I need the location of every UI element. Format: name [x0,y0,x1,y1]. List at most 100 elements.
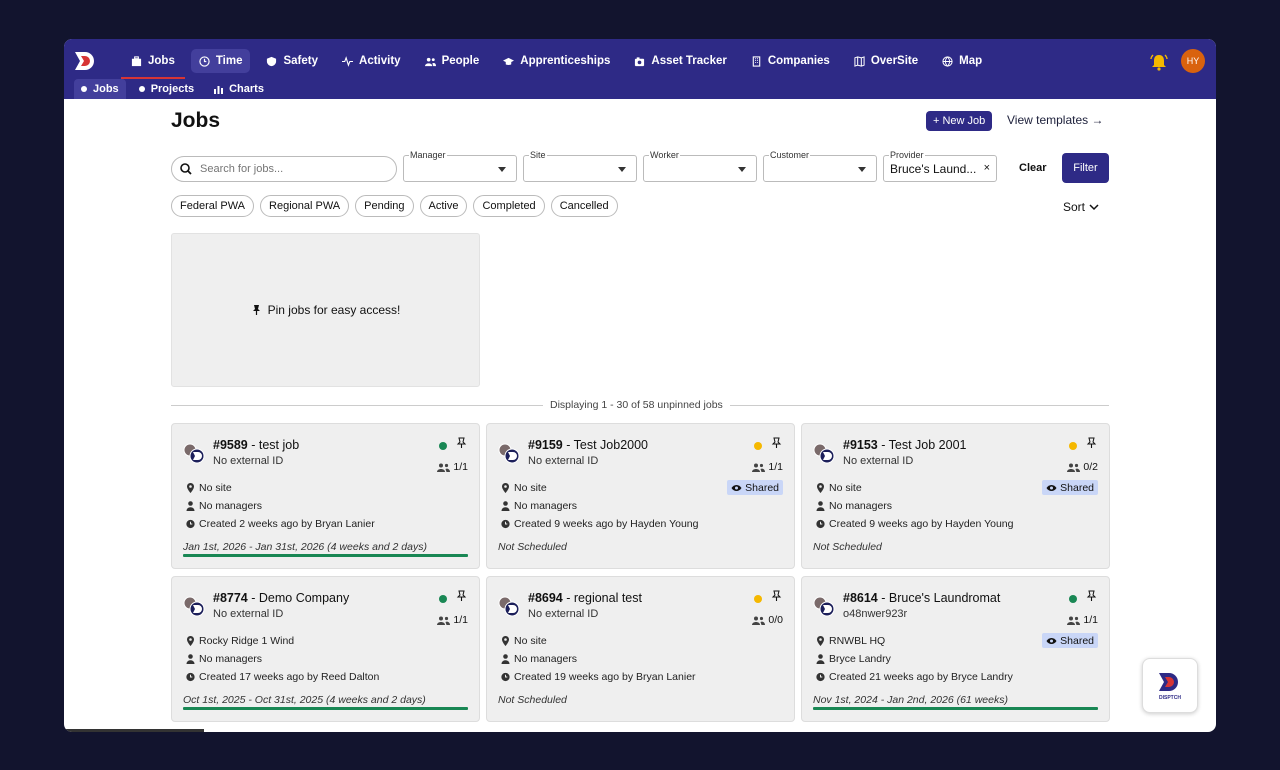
manager-label: Manager [409,150,447,160]
new-job-button[interactable]: + New Job [926,111,993,131]
clock-icon [186,672,195,682]
clear-button[interactable]: Clear [1019,162,1047,174]
created-text: Created 2 weeks ago by Bryan Lanier [199,518,375,530]
job-card[interactable]: #9153 - Test Job 2001 No external ID 0/2… [801,423,1110,569]
nav-item-map[interactable]: Map [934,49,990,73]
managers-text: No managers [514,500,578,512]
pin-icon[interactable] [771,437,782,449]
nav-item-people[interactable]: People [417,49,488,73]
created-line: Created 21 weeks ago by Bryce Landry [816,671,1013,683]
worker-select[interactable]: Worker [643,150,757,182]
job-card[interactable]: #9589 - test job No external ID 1/1 No s… [171,423,480,569]
job-title[interactable]: #9589 - test job [213,438,299,452]
chip-pending[interactable]: Pending [355,195,414,217]
eye-icon [1046,637,1057,644]
shared-text: Shared [1060,634,1094,647]
created-line: Created 9 weeks ago by Hayden Young [501,518,698,530]
nav-item-activity[interactable]: Activity [334,49,409,73]
job-title[interactable]: #8694 - regional test [528,591,642,605]
nav-label: Activity [359,55,401,67]
status-chips: Federal PWA Regional PWA Pending Active … [171,195,618,217]
pin-icon[interactable] [456,590,467,602]
nav-label: Map [959,55,983,67]
site-line: No site [186,482,232,494]
customer-select[interactable]: Customer [763,150,877,182]
view-templates-link[interactable]: View templates → [1007,113,1104,127]
worker-label: Worker [649,150,680,160]
managers-line: No managers [186,500,262,512]
nav-label: OverSite [870,55,919,67]
nav-label: Companies [767,55,830,67]
filter-button[interactable]: Filter [1062,153,1109,183]
managers-line: No managers [501,500,577,512]
disptch-widget-button[interactable]: DISPTCH [1142,658,1198,713]
job-card[interactable]: #8774 - Demo Company No external ID 1/1 … [171,576,480,722]
chip-completed[interactable]: Completed [473,195,545,217]
job-number: #9153 [843,438,878,452]
globe-icon [942,55,953,67]
bell-icon[interactable] [1150,53,1168,71]
managers-text: No managers [199,653,263,665]
brand-logo-icon[interactable] [73,50,99,72]
clear-provider-icon[interactable]: × [984,162,990,174]
job-card[interactable]: #8614 - Bruce's Laundromat o48nwer923r 1… [801,576,1110,722]
worker-count: 1/1 [437,614,468,626]
subnav-item-charts[interactable]: Charts [207,79,271,99]
clock-icon [816,519,825,529]
subnav-item-jobs[interactable]: Jobs [74,79,126,99]
site-text: No site [514,482,547,494]
shared-badge: Shared [727,480,783,495]
caret-down-icon [498,167,506,172]
chip-cancelled[interactable]: Cancelled [550,195,618,217]
worker-count: 1/1 [752,461,783,473]
job-card[interactable]: #9159 - Test Job2000 No external ID 1/1 … [486,423,795,569]
pin-icon[interactable] [1086,590,1097,602]
job-card[interactable]: #8694 - regional test No external ID 0/0… [486,576,795,722]
schedule-text: Not Scheduled [498,694,567,706]
page-title: Jobs [171,109,221,132]
subnav-label: Jobs [93,83,119,95]
clock-icon [501,519,510,529]
subnav-item-projects[interactable]: Projects [132,79,201,99]
location-pin-icon [502,483,509,493]
horizontal-scrollbar[interactable] [64,729,204,732]
external-id: No external ID [213,455,284,467]
search-input[interactable] [200,163,380,175]
nav-item-asset-tracker[interactable]: Asset Tracker [626,49,734,73]
pin-icon[interactable] [456,437,467,449]
job-title[interactable]: #8774 - Demo Company [213,591,349,605]
site-text: No site [829,482,862,494]
chip-regional-pwa[interactable]: Regional PWA [260,195,350,217]
job-title[interactable]: #8614 - Bruce's Laundromat [843,591,1000,605]
customer-label: Customer [769,150,811,160]
manager-select[interactable]: Manager [403,150,517,182]
avatar-group-icon [498,596,520,617]
pin-icon[interactable] [1086,437,1097,449]
nav-item-safety[interactable]: Safety [258,49,326,73]
created-text: Created 9 weeks ago by Hayden Young [514,518,699,530]
provider-select[interactable]: Provider Bruce's Laund... × [883,150,997,182]
people-icon [752,463,766,472]
job-title[interactable]: #9153 - Test Job 2001 [843,438,966,452]
chip-active[interactable]: Active [419,195,468,217]
search-box [171,156,397,182]
user-avatar[interactable]: HY [1181,49,1205,73]
sub-nav: Jobs Projects Charts [74,79,271,99]
progress-bar [183,554,468,557]
chip-federal-pwa[interactable]: Federal PWA [171,195,255,217]
people-icon [752,616,766,625]
external-id: No external ID [528,608,599,620]
nav-item-companies[interactable]: Companies [743,49,838,73]
nav-item-oversite[interactable]: OverSite [846,49,926,73]
nav-item-jobs[interactable]: Jobs [121,49,185,79]
job-title[interactable]: #9159 - Test Job2000 [528,438,648,452]
user-icon [186,501,195,511]
nav-item-time[interactable]: Time [190,49,251,73]
pin-icon[interactable] [771,590,782,602]
sort-button[interactable]: Sort [1063,200,1099,214]
bar-chart-icon [214,85,224,94]
nav-item-apprenticeships[interactable]: Apprenticeships [495,49,618,73]
managers-line: No managers [816,500,892,512]
avatar-group-icon [183,443,205,464]
site-select[interactable]: Site [523,150,637,182]
